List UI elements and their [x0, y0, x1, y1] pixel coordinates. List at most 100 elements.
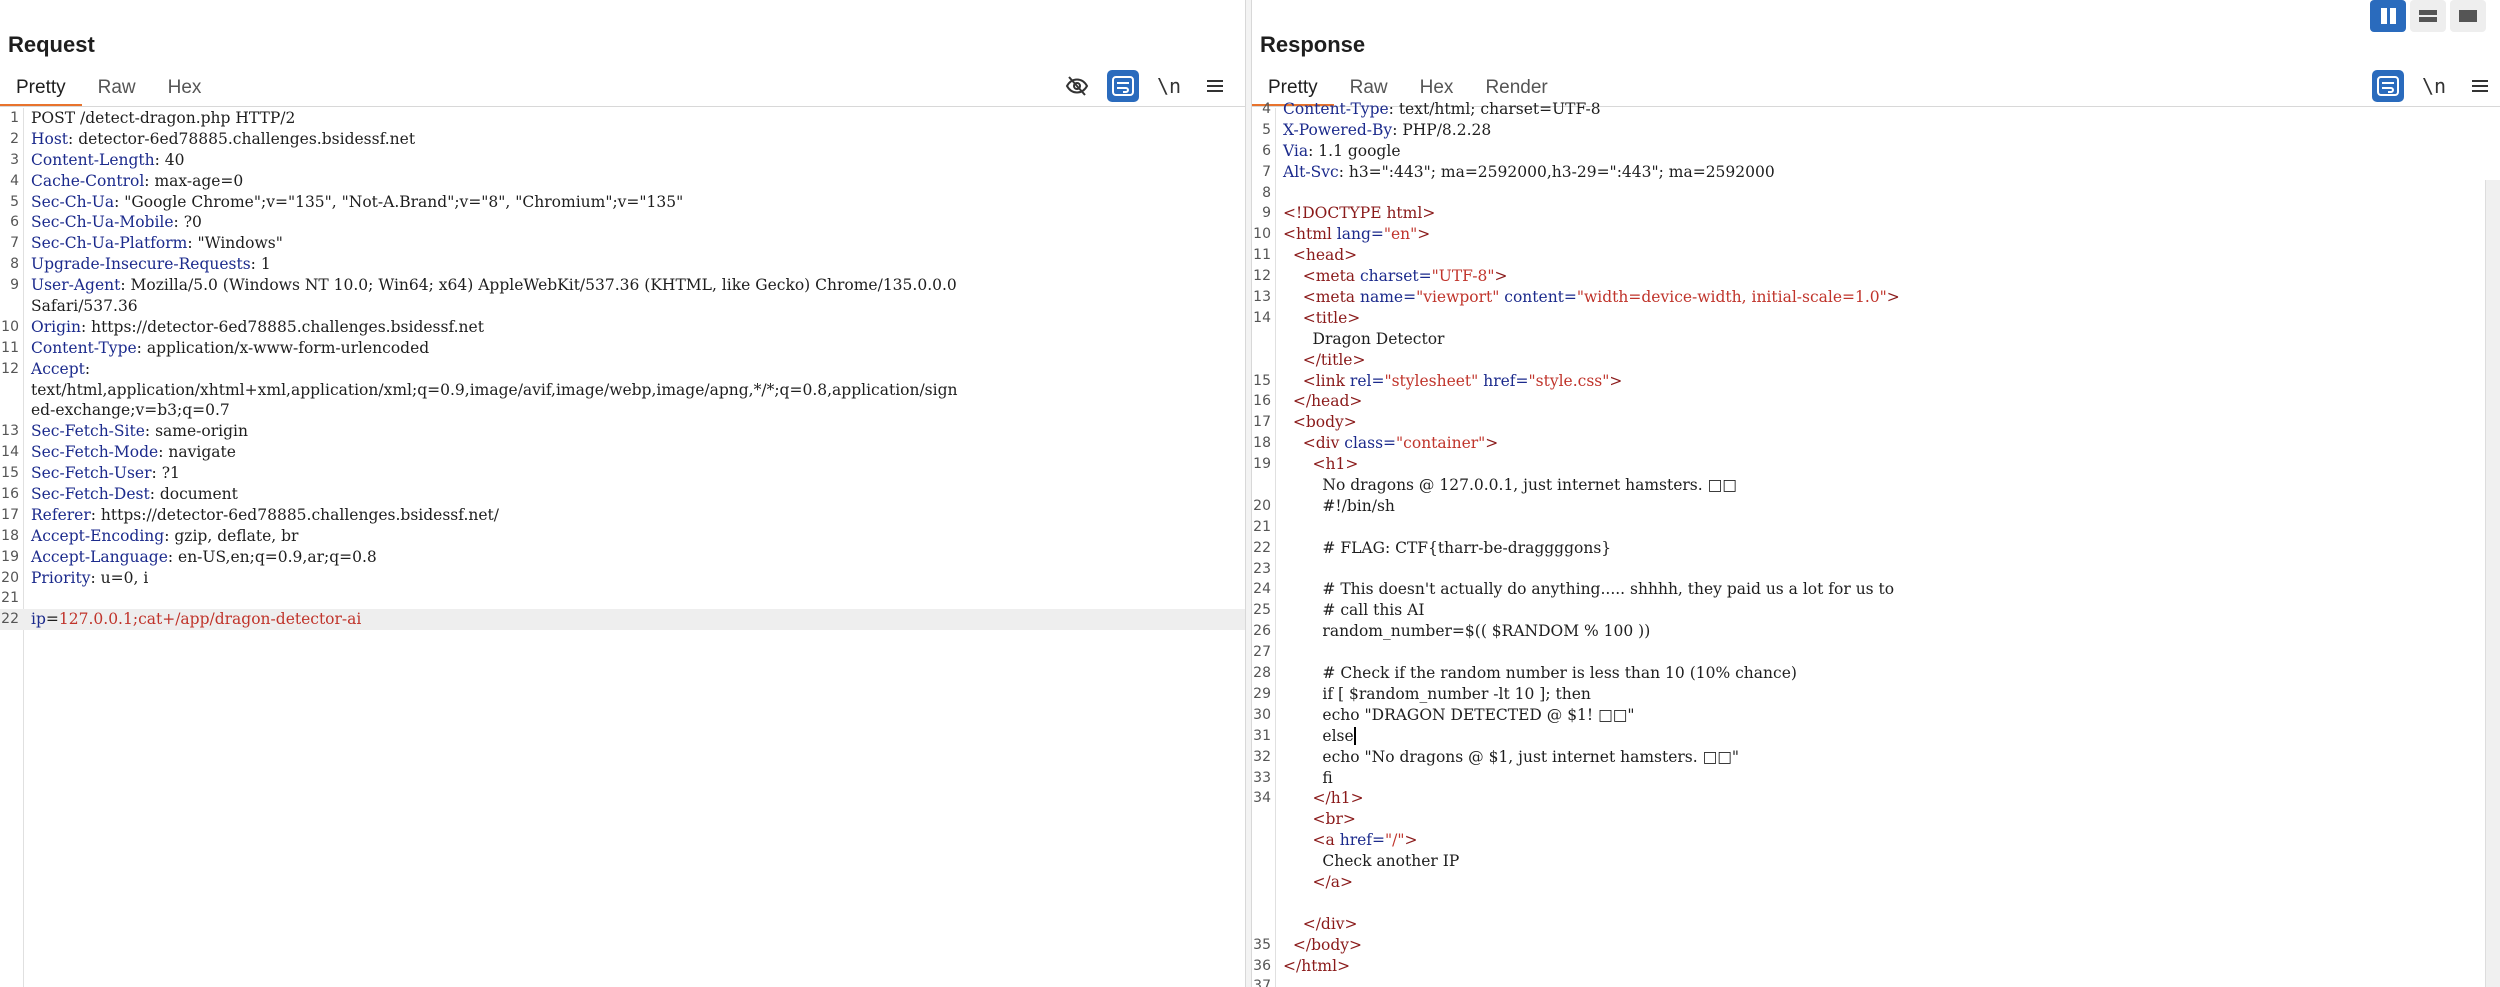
line-content: Host: detector-6ed78885.challenges.bside… [31, 129, 415, 150]
tab-hex[interactable]: Hex [152, 72, 218, 107]
wrap-lines-icon[interactable] [1107, 70, 1139, 102]
header-value: en-US,en;q=0.9,ar;q=0.8 [178, 547, 377, 566]
panel-divider[interactable] [1245, 0, 1252, 987]
code-token: "stylesheet" [1384, 371, 1484, 390]
code-token: <a [1283, 831, 1340, 850]
line-number: 18 [1253, 435, 1271, 452]
code-line: 31 else [1252, 726, 2500, 747]
hide-eye-icon[interactable] [1061, 70, 1093, 102]
line-number: 7 [10, 235, 19, 252]
code-line: 15 Sec-Fetch-User: ?1 [0, 463, 1245, 484]
header-name: Content-Length [31, 150, 155, 169]
line-number: 1 [10, 110, 19, 126]
response-panel: Response Pretty Raw Hex Render \n 4 Conte… [1252, 0, 2500, 987]
response-scrollbar[interactable] [2485, 180, 2500, 987]
newline-toggle-icon[interactable]: \n [2418, 70, 2450, 102]
line-number: 2 [10, 130, 19, 147]
line-number: 21 [1253, 518, 1271, 535]
header-name: User-Agent [31, 276, 121, 295]
code-token: lang= [1336, 225, 1384, 244]
header-name: Accept-Language [31, 547, 168, 566]
line-number: 4 [10, 172, 19, 189]
code-line: 19 <h1> [1252, 454, 2500, 475]
header-name: Origin [31, 317, 81, 336]
line-content: echo "DRAGON DETECTED @ $1! □□" [1283, 705, 1634, 726]
line-number: 29 [1253, 685, 1271, 702]
header-separator: : [144, 422, 156, 441]
single-layout-icon[interactable] [2450, 0, 2486, 32]
request-editor[interactable]: 1 POST /detect-dragon.php HTTP/2 2 Host: de… [0, 108, 1245, 987]
code-token: <title> [1283, 308, 1361, 327]
header-value: navigate [168, 443, 236, 462]
line-number: 5 [1262, 121, 1271, 138]
code-line: </div> [1252, 914, 2500, 935]
rows-layout-icon[interactable] [2410, 0, 2446, 32]
line-number: 31 [1253, 727, 1271, 744]
code-token: > [1609, 371, 1623, 390]
tab-pretty[interactable]: Pretty [0, 72, 82, 107]
line-content: Content-Type: application/x-www-form-url… [31, 338, 429, 359]
line-number: 15 [1, 465, 19, 482]
line-content: Content-Type: text/html; charset=UTF-8 [1283, 99, 1601, 120]
tab-raw[interactable]: Raw [82, 72, 152, 107]
menu-icon[interactable] [1199, 70, 1231, 102]
code-line: 2 Host: detector-6ed78885.challenges.bsid… [0, 129, 1245, 150]
header-separator: : [120, 276, 131, 295]
line-content: X-Powered-By: PHP/8.2.28 [1283, 120, 1491, 141]
line-content: text/html,application/xhtml+xml,applicat… [31, 380, 958, 401]
line-content: Dragon Detector [1283, 329, 1445, 350]
columns-layout-icon[interactable] [2370, 0, 2406, 32]
header-name: Priority [31, 568, 91, 587]
header-name: Accept [31, 359, 85, 378]
header-name: Sec-Fetch-Site [31, 422, 145, 441]
code-line: 6 Sec-Ch-Ua-Mobile: ?0 [0, 212, 1245, 233]
code-line: 18 <div class="container"> [1252, 433, 2500, 454]
line-content: Alt-Svc: h3=":443"; ma=2592000,h3-29=":4… [1283, 162, 1775, 183]
code-line: 15 <link rel="stylesheet" href="style.cs… [1252, 371, 2500, 392]
wrap-lines-icon[interactable] [2372, 70, 2404, 102]
request-tabs: Pretty Raw Hex [0, 72, 217, 107]
line-content: Accept-Language: en-US,en;q=0.9,ar;q=0.8 [31, 547, 377, 568]
line-number: 19 [1, 548, 19, 565]
line-content: Upgrade-Insecure-Requests: 1 [31, 254, 271, 275]
code-line: 8 [1252, 183, 2500, 204]
code-token: if [ $random_number -lt 10 ]; then [1283, 684, 1591, 703]
code-token: No dragons @ 127.0.0.1, just internet ha… [1283, 476, 1737, 495]
line-number: 27 [1253, 644, 1271, 661]
code-token: href= [1483, 371, 1529, 390]
header-value: u=0, i [100, 568, 149, 587]
line-number: 16 [1253, 393, 1271, 410]
line-content: <head> [1283, 245, 1357, 266]
line-content: fi [1283, 768, 1332, 789]
header-separator: : [149, 485, 160, 504]
code-line: 17 <body> [1252, 412, 2500, 433]
line-content: Accept-Encoding: gzip, deflate, br [31, 526, 298, 547]
newline-toggle-icon[interactable]: \n [1153, 70, 1185, 102]
code-token: <meta [1283, 288, 1360, 307]
line-number: 5 [10, 193, 19, 210]
menu-icon[interactable] [2464, 70, 2496, 102]
header-separator: : [151, 464, 162, 483]
header-separator: : [80, 317, 92, 336]
code-line: 13 <meta name="viewport" content="width=… [1252, 287, 2500, 308]
line-number: 20 [1, 569, 19, 586]
header-name: Host [31, 129, 69, 148]
layout-switcher [2370, 0, 2486, 32]
code-token: "container" [1396, 434, 1486, 453]
header-value: "Google Chrome";v="135", "Not-A.Brand";v… [124, 192, 684, 211]
header-value: max-age=0 [154, 171, 244, 190]
line-content: Accept: [31, 359, 95, 380]
code-token: "viewport" [1416, 288, 1505, 307]
header-value: ed-exchange;v=b3;q=0.7 [31, 401, 230, 420]
code-token: Content-Type [1283, 100, 1389, 118]
line-content: <br> [1283, 809, 1356, 830]
response-editor[interactable]: 4 Content-Type: text/html; charset=UTF-8 5… [1252, 100, 2500, 987]
code-token: content= [1504, 288, 1577, 307]
code-token: <h1> [1283, 455, 1359, 474]
code-line: 4 Content-Type: text/html; charset=UTF-8 [1252, 99, 2500, 120]
line-number: 24 [1253, 581, 1271, 598]
code-line: 24 # This doesn't actually do anything..… [1252, 579, 2500, 600]
code-line: 10 <html lang="en"> [1252, 224, 2500, 245]
code-line: 35 </body> [1252, 935, 2500, 956]
code-line: 1 POST /detect-dragon.php HTTP/2 [0, 108, 1245, 129]
